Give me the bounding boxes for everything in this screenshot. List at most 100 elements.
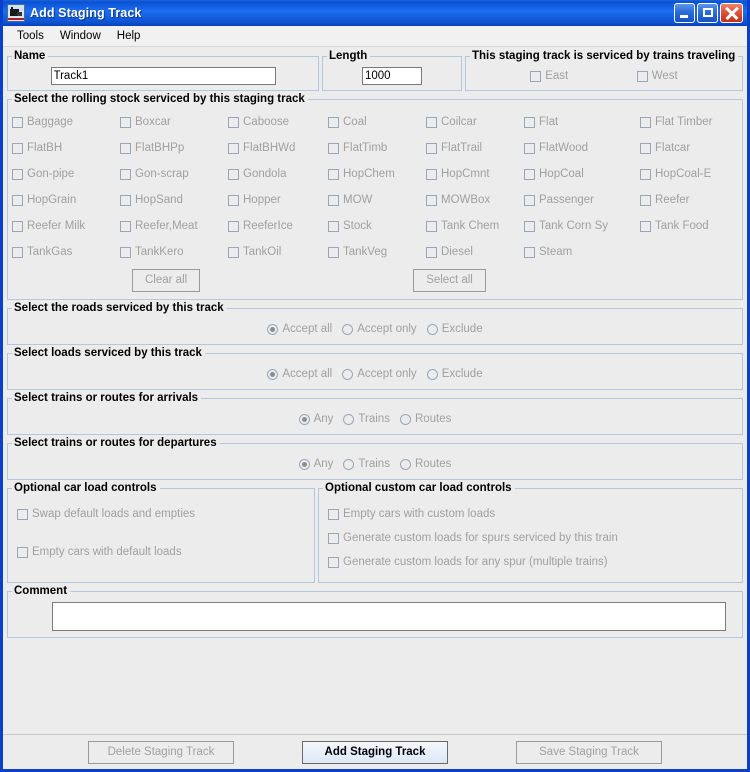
track-length-input[interactable]: [362, 67, 422, 85]
track-name-input[interactable]: [51, 67, 276, 85]
checkbox-rolling-stock[interactable]: Diesel: [426, 239, 524, 265]
checkbox-rolling-stock[interactable]: TankGas: [12, 239, 120, 265]
checkbox-box-icon: [328, 195, 339, 206]
checkbox-box-icon: [120, 117, 131, 128]
checkbox-rolling-stock[interactable]: FlatBHPp: [120, 135, 228, 161]
menu-tools[interactable]: Tools: [9, 28, 52, 44]
radio-roads-accept-all[interactable]: Accept all: [267, 323, 332, 335]
checkbox-generate-custom-loads-any-spur[interactable]: Generate custom loads for any spur (mult…: [328, 550, 734, 574]
checkbox-rolling-stock[interactable]: Tank Chem: [426, 213, 524, 239]
checkbox-box-icon: [12, 247, 23, 258]
checkbox-label: Empty cars with custom loads: [343, 508, 495, 520]
checkbox-rolling-stock[interactable]: HopGrain: [12, 187, 120, 213]
checkbox-rolling-stock[interactable]: Boxcar: [120, 109, 228, 135]
checkbox-rolling-stock[interactable]: Reefer Milk: [12, 213, 120, 239]
close-button[interactable]: [720, 3, 743, 23]
checkbox-rolling-stock[interactable]: TankVeg: [328, 239, 426, 265]
checkbox-east[interactable]: East: [530, 70, 568, 82]
checkbox-box-icon: [120, 195, 131, 206]
checkbox-rolling-stock[interactable]: Gondola: [228, 161, 328, 187]
checkbox-rolling-stock[interactable]: ReeferIce: [228, 213, 328, 239]
save-staging-track-button[interactable]: Save Staging Track: [516, 741, 662, 764]
checkbox-box-icon: [426, 221, 437, 232]
checkbox-box-icon: [524, 117, 535, 128]
radio-circle-icon: [427, 369, 438, 380]
menu-window[interactable]: Window: [52, 28, 109, 44]
checkbox-empty-cars-default-loads[interactable]: Empty cars with default loads: [17, 540, 306, 564]
checkbox-rolling-stock[interactable]: Reefer: [640, 187, 738, 213]
checkbox-rolling-stock[interactable]: HopCoal-E: [640, 161, 738, 187]
checkbox-label: Caboose: [243, 116, 289, 128]
checkbox-rolling-stock[interactable]: Coal: [328, 109, 426, 135]
checkbox-rolling-stock[interactable]: Steam: [524, 239, 640, 265]
radio-arrivals-trains[interactable]: Trains: [343, 413, 390, 425]
checkbox-rolling-stock[interactable]: Tank Food: [640, 213, 738, 239]
minimize-button[interactable]: [674, 3, 695, 23]
checkbox-rolling-stock[interactable]: FlatWood: [524, 135, 640, 161]
checkbox-label: Gon-pipe: [27, 168, 74, 180]
radio-departures-any[interactable]: Any: [299, 458, 334, 470]
checkbox-label: HopChem: [343, 168, 395, 180]
checkbox-rolling-stock[interactable]: Reefer,Meat: [120, 213, 228, 239]
optional-custom-car-load-panel: Optional custom car load controls Empty …: [318, 482, 743, 583]
checkbox-west[interactable]: West: [637, 70, 678, 82]
checkbox-box-icon: [12, 195, 23, 206]
checkbox-rolling-stock[interactable]: MOW: [328, 187, 426, 213]
checkbox-rolling-stock[interactable]: Baggage: [12, 109, 120, 135]
clear-all-button[interactable]: Clear all: [132, 269, 200, 292]
menu-help[interactable]: Help: [109, 28, 149, 44]
checkbox-box-icon: [524, 143, 535, 154]
checkbox-rolling-stock[interactable]: Flat Timber: [640, 109, 738, 135]
checkbox-label: TankVeg: [343, 246, 387, 258]
rolling-stock-panel: Select the rolling stock serviced by thi…: [7, 93, 743, 300]
checkbox-rolling-stock[interactable]: MOWBox: [426, 187, 524, 213]
radio-departures-routes[interactable]: Routes: [400, 458, 451, 470]
checkbox-rolling-stock[interactable]: Flatcar: [640, 135, 738, 161]
checkbox-label: FlatTrail: [441, 142, 482, 154]
checkbox-generate-custom-loads-spurs[interactable]: Generate custom loads for spurs serviced…: [328, 526, 734, 550]
checkbox-rolling-stock[interactable]: HopCmnt: [426, 161, 524, 187]
checkbox-label: HopSand: [135, 194, 183, 206]
checkbox-rolling-stock[interactable]: Hopper: [228, 187, 328, 213]
checkbox-rolling-stock[interactable]: Tank Corn Sy: [524, 213, 640, 239]
departures-panel: Select trains or routes for departures A…: [7, 437, 743, 480]
checkbox-rolling-stock[interactable]: Passenger: [524, 187, 640, 213]
checkbox-rolling-stock[interactable]: Gon-scrap: [120, 161, 228, 187]
delete-staging-track-button[interactable]: Delete Staging Track: [88, 741, 234, 764]
comment-input[interactable]: [52, 602, 726, 631]
checkbox-empty-cars-custom-loads[interactable]: Empty cars with custom loads: [328, 502, 734, 526]
checkbox-label: Stock: [343, 220, 372, 232]
checkbox-rolling-stock[interactable]: TankKero: [120, 239, 228, 265]
checkbox-label: TankOil: [243, 246, 281, 258]
radio-loads-exclude[interactable]: Exclude: [427, 368, 483, 380]
radio-loads-accept-only[interactable]: Accept only: [342, 368, 416, 380]
checkbox-box-icon: [228, 143, 239, 154]
checkbox-box-icon: [12, 117, 23, 128]
checkbox-label: Gon-scrap: [135, 168, 189, 180]
radio-roads-accept-only[interactable]: Accept only: [342, 323, 416, 335]
checkbox-rolling-stock[interactable]: Gon-pipe: [12, 161, 120, 187]
checkbox-rolling-stock[interactable]: TankOil: [228, 239, 328, 265]
checkbox-rolling-stock[interactable]: FlatTimb: [328, 135, 426, 161]
checkbox-label: TankGas: [27, 246, 72, 258]
checkbox-box-icon: [328, 117, 339, 128]
radio-departures-trains[interactable]: Trains: [343, 458, 390, 470]
checkbox-rolling-stock[interactable]: HopChem: [328, 161, 426, 187]
checkbox-swap-default-loads[interactable]: Swap default loads and empties: [17, 502, 306, 526]
radio-loads-accept-all[interactable]: Accept all: [267, 368, 332, 380]
checkbox-rolling-stock[interactable]: FlatBH: [12, 135, 120, 161]
checkbox-rolling-stock[interactable]: HopSand: [120, 187, 228, 213]
checkbox-rolling-stock[interactable]: FlatBHWd: [228, 135, 328, 161]
radio-arrivals-any[interactable]: Any: [299, 413, 334, 425]
checkbox-rolling-stock[interactable]: FlatTrail: [426, 135, 524, 161]
maximize-button[interactable]: [697, 3, 718, 23]
checkbox-rolling-stock[interactable]: Flat: [524, 109, 640, 135]
add-staging-track-button[interactable]: Add Staging Track: [302, 741, 448, 764]
radio-arrivals-routes[interactable]: Routes: [400, 413, 451, 425]
checkbox-rolling-stock[interactable]: Coilcar: [426, 109, 524, 135]
select-all-button[interactable]: Select all: [413, 269, 486, 292]
checkbox-rolling-stock[interactable]: HopCoal: [524, 161, 640, 187]
radio-roads-exclude[interactable]: Exclude: [427, 323, 483, 335]
checkbox-rolling-stock[interactable]: Stock: [328, 213, 426, 239]
checkbox-rolling-stock[interactable]: Caboose: [228, 109, 328, 135]
